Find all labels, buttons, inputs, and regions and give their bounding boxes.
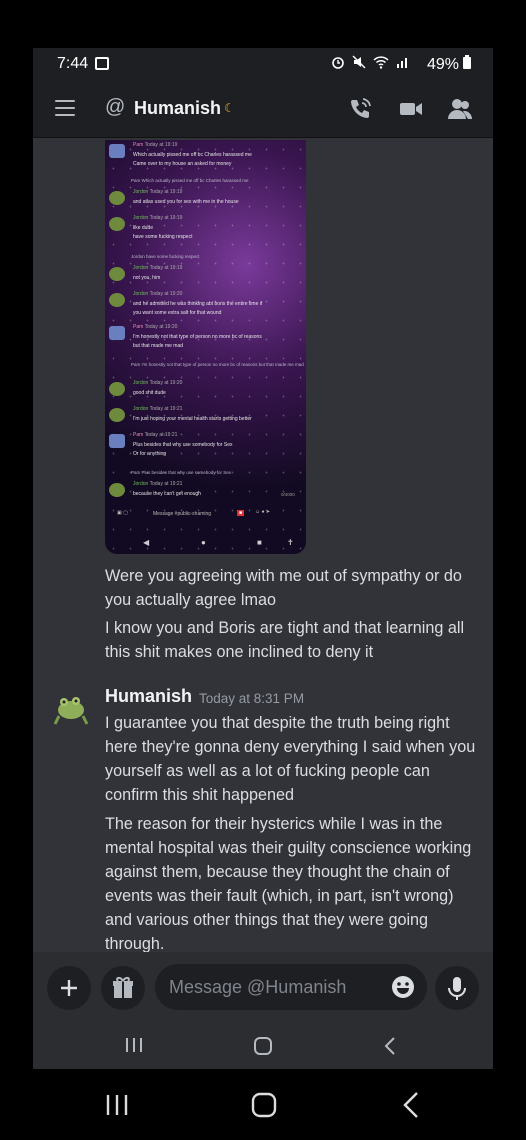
message-input-placeholder: Message @Humanish	[169, 977, 347, 997]
mute-icon	[352, 55, 366, 69]
back-icon[interactable]	[402, 1091, 420, 1119]
mini-reply: Jordon have some fucking respect	[131, 254, 200, 259]
mini-reply: Pam Which actually pissed me off bc Char…	[131, 178, 249, 183]
message-composer: Message @Humanish	[33, 952, 493, 1022]
message-text: The reason for their hysterics while I w…	[105, 815, 472, 952]
add-attachment-button[interactable]	[47, 966, 91, 1010]
channel-header: @ Humanish ☾	[33, 82, 493, 138]
mini-reply: Pam Plus besides that why use somebody f…	[131, 470, 232, 475]
gift-button[interactable]	[101, 966, 145, 1010]
back-icon[interactable]	[383, 1036, 397, 1056]
attached-screenshot[interactable]: Pam Today at 19:19 Which actually pissed…	[105, 140, 306, 554]
wifi-icon	[373, 56, 389, 69]
mini-reply: Pam I'm honestly not that type of person…	[131, 362, 304, 367]
mini-message: Pam Today at 19:19 Which actually pissed…	[105, 142, 306, 172]
message-list[interactable]: Pam Today at 19:19 Which actually pissed…	[33, 138, 493, 952]
mini-message: Pam Today at 19:21 Plus besides that why…	[105, 432, 306, 462]
message-timestamp: Today at 8:31 PM	[199, 691, 305, 706]
mini-message: Jordon Today at 19:20 good shit dude	[105, 380, 306, 402]
status-icons	[331, 55, 410, 72]
at-icon: @	[105, 96, 126, 118]
frog-avatar-icon	[53, 697, 89, 725]
mini-message: Jordon Today at 19:19 not you, him	[105, 265, 306, 287]
battery-percent: 49%	[427, 55, 472, 74]
status-bar: 7:44 49%	[33, 48, 493, 82]
idle-status-icon: ☾	[224, 101, 235, 115]
clock: 7:44	[57, 55, 89, 72]
members-icon[interactable]	[447, 96, 473, 122]
mini-message: Jordon Today at 19:19 and atlas used you…	[105, 189, 306, 211]
message-author[interactable]: Humanish	[105, 686, 192, 707]
emoji-icon[interactable]	[391, 975, 415, 999]
mini-message: Jordon Today at 19:20 and he admitted he…	[105, 291, 306, 321]
video-call-icon[interactable]	[398, 96, 424, 122]
char-counter: 0/4000	[281, 492, 295, 497]
mini-message: Jordon Today at 19:21 I'm just hoping yo…	[105, 406, 306, 428]
mini-message: Jordon Today at 19:21 because they can't…	[105, 481, 306, 503]
recent-apps-icon[interactable]	[104, 1093, 130, 1117]
mini-message: Jordon Today at 19:19 like dude have som…	[105, 215, 306, 245]
phone-screen: 7:44 49% @ Humanish ☾ Pam Today at 19:19…	[33, 48, 493, 1069]
mini-composer: ▣ ▢ Message #public-shaming ■ ☺ ● ➤	[117, 509, 271, 517]
plus-icon	[61, 980, 77, 996]
battery-icon	[463, 55, 472, 69]
android-nav-bar	[33, 1022, 493, 1069]
avatar[interactable]	[51, 690, 91, 730]
gift-icon	[113, 977, 133, 998]
mini-message: Pam Today at 19:20 I'm honestly not that…	[105, 324, 306, 354]
home-icon[interactable]	[253, 1036, 273, 1056]
mini-nav-bar: ◀ ● ■ ✝	[143, 538, 294, 547]
message-input[interactable]: Message @Humanish	[155, 964, 427, 1010]
message-text: Were you agreeing with me out of sympath…	[105, 567, 462, 609]
home-icon[interactable]	[250, 1091, 278, 1119]
recent-apps-icon[interactable]	[123, 1036, 145, 1054]
message-text: I know you and Boris are tight and that …	[105, 619, 465, 661]
voice-message-button[interactable]	[435, 966, 479, 1010]
menu-icon[interactable]	[55, 100, 75, 116]
alarm-icon	[332, 57, 344, 69]
microphone-icon	[448, 977, 466, 1000]
image-icon	[95, 57, 109, 70]
dm-title[interactable]: Humanish	[134, 98, 221, 119]
message-text: I guarantee you that despite the truth b…	[105, 714, 476, 804]
call-icon[interactable]	[347, 96, 373, 122]
outer-nav-bar	[0, 1069, 526, 1140]
signal-icon	[396, 58, 407, 68]
